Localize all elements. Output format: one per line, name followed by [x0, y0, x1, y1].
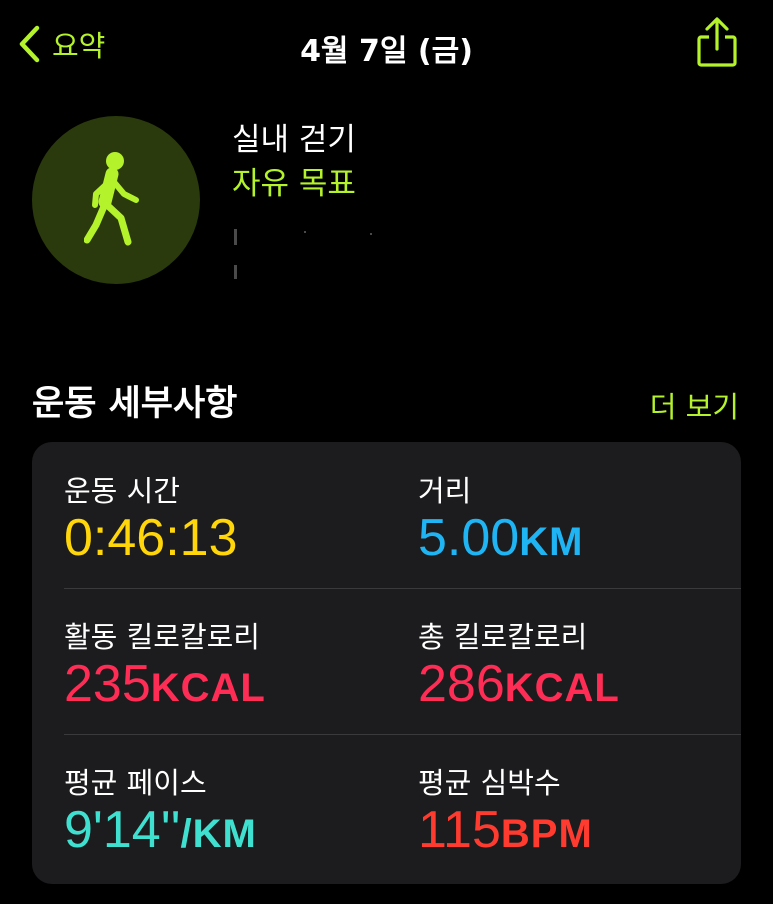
metric-number: 115 [418, 801, 501, 859]
metric-unit: KCAL [504, 666, 620, 710]
metric-value: 115BPM [418, 804, 593, 856]
divider [64, 734, 741, 735]
metric-value: 235KCAL [64, 658, 266, 710]
metric-number: 286 [418, 655, 505, 713]
metric-duration: 운동 시간 0:46:13 [64, 468, 238, 564]
metric-label: 평균 심박수 [418, 766, 561, 800]
metric-label: 총 킬로칼로리 [418, 620, 588, 654]
page-title: 4월 7일 (금) [300, 34, 473, 69]
metric-number: 9'14'' [64, 801, 181, 859]
walking-figure-icon [84, 152, 139, 246]
metric-number: 0:46:13 [64, 509, 238, 567]
metric-label: 거리 [418, 474, 472, 508]
metric-number: 5.00 [418, 509, 520, 567]
metric-number: 235 [64, 655, 151, 713]
metric-value: 9'14''/KM [64, 804, 257, 856]
workout-name: 실내 걷기 [232, 122, 356, 158]
metric-avg-pace: 평균 페이스 9'14''/KM [64, 760, 257, 856]
metric-value: 0:46:13 [64, 512, 238, 564]
metric-unit: BPM [500, 812, 593, 856]
workout-icon-badge [32, 116, 200, 284]
navigation-bar: 요약 4월 7일 (금) [0, 0, 773, 90]
redacted-text [234, 225, 384, 285]
section-title: 운동 세부사항 [32, 384, 238, 424]
metric-label: 평균 페이스 [64, 766, 207, 800]
metric-unit: /KM [180, 812, 257, 856]
share-icon[interactable] [694, 16, 740, 70]
metric-total-calories: 총 킬로칼로리 286KCAL [418, 614, 620, 710]
metric-distance: 거리 5.00KM [418, 468, 583, 564]
metric-label: 활동 킬로칼로리 [64, 620, 260, 654]
divider [64, 588, 741, 589]
metric-unit: KM [519, 520, 584, 564]
metric-unit: KCAL [150, 666, 266, 710]
metric-label: 운동 시간 [64, 474, 180, 508]
metric-active-calories: 활동 킬로칼로리 235KCAL [64, 614, 266, 710]
metric-value: 5.00KM [418, 512, 583, 564]
workout-details-card: 운동 시간 0:46:13 거리 5.00KM 활동 킬로칼로리 235KCAL… [32, 442, 741, 884]
workout-goal: 자유 목표 [232, 166, 356, 202]
metric-avg-heart-rate: 평균 심박수 115BPM [418, 760, 593, 856]
show-more-link[interactable]: 더 보기 [650, 384, 739, 426]
metric-value: 286KCAL [418, 658, 620, 710]
